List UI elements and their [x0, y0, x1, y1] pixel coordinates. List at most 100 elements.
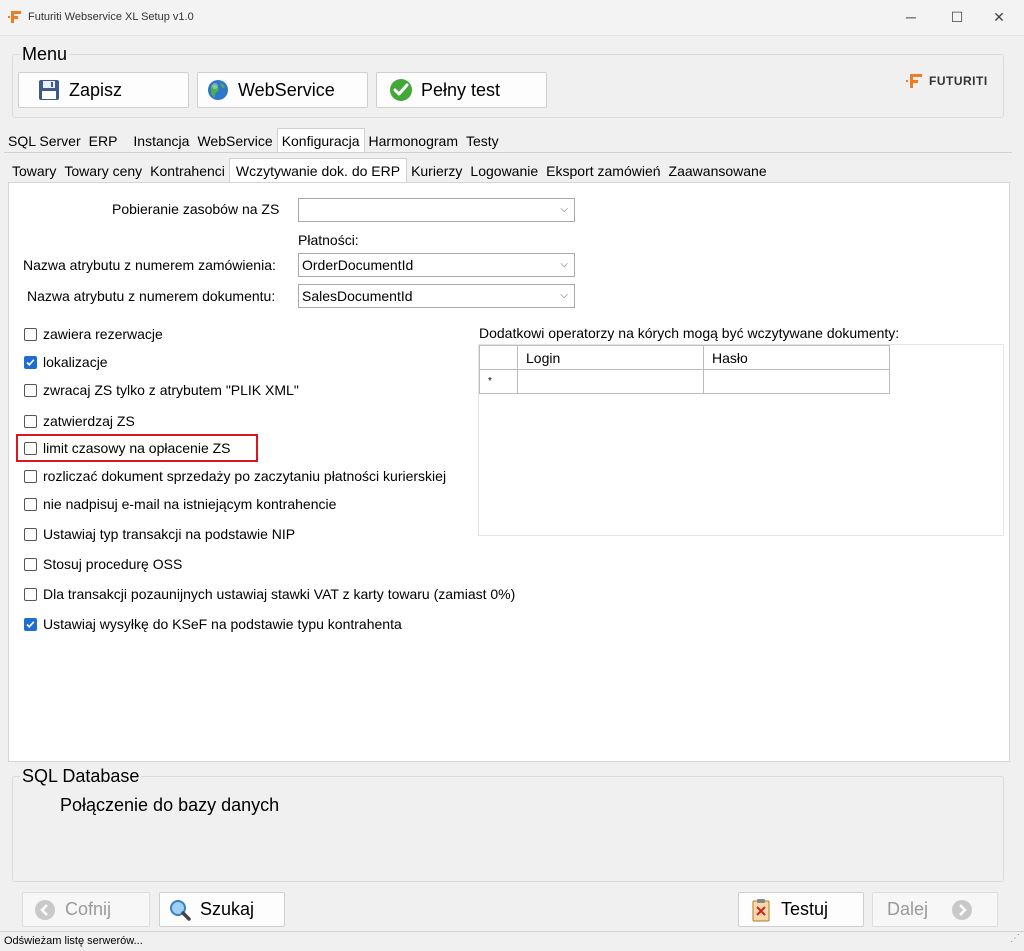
column-header-haslo[interactable]: Hasło [703, 345, 890, 370]
futuriti-logo-text: FUTURITI [929, 74, 988, 88]
chevron-down-icon: ⌵ [560, 290, 568, 301]
maximize-icon: ☐ [950, 8, 964, 25]
password-cell[interactable] [703, 369, 890, 394]
subtab-zaawansowane[interactable]: Zaawansowane [665, 160, 771, 182]
checkbox-label: Stosuj procedurę OSS [43, 556, 183, 572]
checkbox-zwracaj-zs[interactable]: zwracaj ZS tylko z atrybutem "PLIK XML" [24, 382, 299, 398]
webservice-button[interactable]: WebService [197, 72, 368, 108]
sql-database-group [12, 776, 1004, 882]
webservice-button-label: WebService [238, 79, 335, 100]
search-icon [170, 899, 191, 921]
status-text: Odświeżam listę serwerów... [4, 935, 143, 947]
next-button-label: Dalej [887, 899, 929, 919]
checkbox-box[interactable] [24, 527, 37, 541]
login-cell[interactable] [517, 369, 704, 394]
operators-table: Login Hasło * [479, 345, 890, 394]
save-button-label: Zapisz [69, 79, 123, 100]
clipboard-check-icon [752, 898, 770, 921]
checkbox-lokalizacje[interactable]: lokalizacje [24, 354, 108, 370]
checkbox-zatwierdzaj-zs[interactable]: zatwierdzaj ZS [24, 413, 135, 429]
futuriti-logo: FUTURITI [906, 72, 988, 90]
resources-combo[interactable]: ⌵ [298, 198, 575, 222]
arrow-left-icon [35, 899, 55, 920]
back-button[interactable]: Cofnij [22, 892, 150, 927]
checkbox-box-checked[interactable] [24, 355, 37, 369]
tab-instancja[interactable]: Instancja [129, 130, 193, 152]
test-button-label: Testuj [781, 899, 829, 919]
doc-attr-combo[interactable]: SalesDocumentId ⌵ [298, 284, 575, 308]
table-header-row: Login Hasło [479, 345, 890, 370]
resize-grip-icon[interactable]: ⋰ [1010, 929, 1020, 948]
save-button[interactable]: Zapisz [18, 72, 189, 108]
connection-text: Połączenie do bazy danych [60, 795, 280, 815]
payments-caption: Płatności: [298, 232, 359, 248]
checkbox-box[interactable] [24, 557, 37, 571]
minimize-button[interactable]: ─ [888, 0, 934, 34]
subtab-towary[interactable]: Towary [8, 160, 60, 182]
highlight-box [16, 434, 258, 462]
checkbox-label: zwracaj ZS tylko z atrybutem "PLIK XML" [43, 382, 299, 398]
title-bar: Futuriti Webservice XL Setup v1.0 ─ ☐ ✕ [0, 0, 1024, 36]
search-button-label: Szukaj [200, 899, 255, 919]
checkbox-box[interactable] [24, 414, 37, 428]
new-row-marker: * [479, 369, 518, 394]
checkbox-box[interactable] [24, 497, 37, 511]
doc-attr-value: SalesDocumentId [302, 288, 413, 304]
subtab-wczytywanie[interactable]: Wczytywanie dok. do ERP [228, 158, 408, 182]
search-button[interactable]: Szukaj [159, 892, 285, 927]
tab-webservice[interactable]: WebService [193, 130, 276, 152]
checkbox-procedura-oss[interactable]: Stosuj procedurę OSS [24, 556, 182, 572]
checkbox-box[interactable] [24, 383, 37, 397]
tab-erp[interactable]: ERP [85, 130, 122, 152]
checkbox-label: zatwierdzaj ZS [43, 413, 135, 429]
checkbox-zawiera-rezerwacje[interactable]: zawiera rezerwacje [24, 326, 163, 342]
floppy-disk-icon [39, 80, 59, 100]
checkbox-typ-transakcji[interactable]: Ustawiaj typ transakcji na podstawie NIP [24, 526, 295, 542]
checkbox-box[interactable] [24, 469, 37, 483]
minimize-icon: ─ [906, 9, 916, 25]
table-row[interactable]: * [479, 369, 890, 394]
checkbox-label: Ustawiaj wysyłkę do KSeF na podstawie ty… [43, 616, 402, 632]
checkbox-box-checked[interactable] [24, 617, 37, 631]
maximize-button[interactable]: ☐ [934, 0, 980, 34]
tab-sql-server[interactable]: SQL Server [4, 130, 85, 152]
close-button[interactable]: ✕ [976, 0, 1022, 34]
checkbox-rozliczac[interactable]: rozliczać dokument sprzedaży po zaczytan… [24, 468, 446, 484]
globe-icon [208, 80, 228, 100]
resources-label: Pobieranie zasobów na ZS [112, 201, 280, 217]
subtab-towary-ceny[interactable]: Towary ceny [60, 160, 146, 182]
checkbox-label: nie nadpisuj e-mail na istniejącym kontr… [43, 496, 337, 512]
tab-harmonogram[interactable]: Harmonogram [365, 130, 462, 152]
doc-attr-label: Nazwa atrybutu z numerem dokumentu: [27, 288, 276, 304]
chevron-down-icon: ⌵ [560, 259, 568, 270]
checkbox-nie-nadpisuj-email[interactable]: nie nadpisuj e-mail na istniejącym kontr… [24, 496, 336, 512]
sql-database-legend: SQL Database [20, 766, 142, 787]
back-button-label: Cofnij [65, 899, 112, 919]
main-tab-underline [4, 152, 1012, 153]
order-attr-label: Nazwa atrybutu z numerem zamówienia: [23, 257, 276, 273]
tab-konfiguracja[interactable]: Konfiguracja [276, 128, 365, 152]
sub-tabs: Towary Towary ceny Kontrahenci Wczytywan… [8, 158, 771, 182]
window-title: Futuriti Webservice XL Setup v1.0 [28, 11, 194, 23]
checkbox-label: Dla transakcji pozaunijnych ustawiaj sta… [43, 586, 516, 602]
checkbox-stawki-vat[interactable]: Dla transakcji pozaunijnych ustawiaj sta… [24, 586, 515, 602]
subtab-logowanie[interactable]: Logowanie [466, 160, 542, 182]
main-tabs: SQL Server ERP Instancja WebService Konf… [4, 128, 503, 152]
subtab-kurierzy[interactable]: Kurierzy [407, 160, 466, 182]
checkbox-ksef[interactable]: Ustawiaj wysyłkę do KSeF na podstawie ty… [24, 616, 402, 632]
test-button[interactable]: Testuj [738, 892, 864, 927]
checkmark-icon [26, 358, 35, 366]
next-button[interactable]: Dalej [872, 892, 998, 927]
checkbox-box[interactable] [24, 587, 37, 601]
checkbox-box[interactable] [24, 327, 37, 341]
subtab-eksport-zamowien[interactable]: Eksport zamówień [542, 160, 664, 182]
tab-testy[interactable]: Testy [462, 130, 503, 152]
order-attr-combo[interactable]: OrderDocumentId ⌵ [298, 253, 575, 277]
full-test-button[interactable]: Pełny test [376, 72, 547, 108]
full-test-button-label: Pełny test [421, 79, 501, 100]
row-header-corner [479, 345, 518, 370]
column-header-login[interactable]: Login [517, 345, 704, 370]
subtab-kontrahenci[interactable]: Kontrahenci [146, 160, 229, 182]
operators-grid[interactable]: Login Hasło * [478, 344, 1004, 536]
futuriti-app-icon [8, 11, 21, 23]
